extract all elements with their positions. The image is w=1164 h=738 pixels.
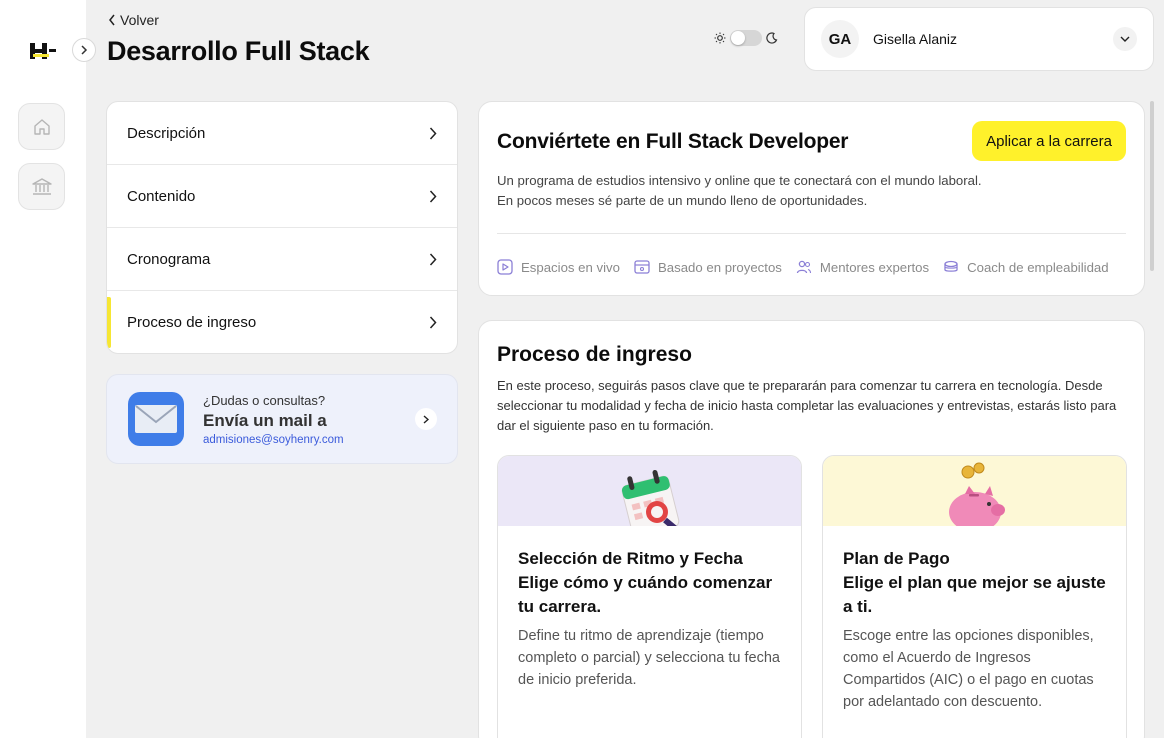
page-title: Desarrollo Full Stack [107, 36, 370, 66]
menu-item-label: Proceso de ingreso [127, 314, 257, 331]
bank-icon [31, 177, 52, 195]
moon-icon [766, 32, 778, 44]
contact-card[interactable]: ¿Dudas o consultas? Envía un mail a admi… [106, 374, 458, 464]
users-icon [796, 260, 811, 274]
contact-heading: Envía un mail a [203, 410, 327, 430]
expand-sidebar-button[interactable] [72, 38, 96, 62]
sun-icon [714, 32, 726, 44]
menu-item-contenido[interactable]: Contenido [107, 165, 457, 228]
step-card[interactable]: Plan de Pago Elige el plan que mejor se … [822, 455, 1127, 738]
feature-item: Mentores expertos [796, 259, 929, 275]
home-icon [33, 118, 50, 135]
coins-icon [944, 260, 958, 272]
institution-button[interactable] [18, 163, 65, 210]
feature-item: Coach de empleabilidad [943, 259, 1109, 275]
step-title: Plan de Pago [843, 549, 950, 568]
scrollbar[interactable] [1150, 101, 1154, 271]
henry-logo-icon[interactable] [30, 40, 60, 62]
piggy-bank-icon [948, 462, 1005, 526]
user-menu[interactable]: GA Gisella Alaniz [804, 7, 1154, 71]
menu-item-proceso-de-ingreso[interactable]: Proceso de ingreso [107, 291, 457, 353]
theme-switch[interactable] [730, 30, 762, 46]
user-menu-toggle[interactable] [1113, 27, 1137, 51]
step-subtitle: Elige el plan que mejor se ajuste a ti. [843, 573, 1106, 616]
avatar: GA [821, 20, 859, 58]
admission-process-card: Proceso de ingreso En este proceso, segu… [478, 320, 1145, 738]
menu-item-label: Cronograma [127, 250, 211, 268]
feature-list: Espacios en vivo Basado en proyectos Men… [497, 259, 1109, 275]
chevron-right-icon [429, 189, 437, 203]
chevron-down-icon [1120, 36, 1130, 42]
step-heading: Selección de Ritmo y Fecha Elige cómo y … [498, 526, 801, 619]
step-title: Selección de Ritmo y Fecha [518, 549, 743, 568]
divider [497, 233, 1126, 234]
feature-label: Mentores expertos [819, 259, 930, 275]
back-label[interactable]: Volver [120, 12, 159, 28]
contact-arrow-button[interactable] [415, 408, 437, 430]
process-description: En este proceso, seguirás pasos clave qu… [497, 378, 1117, 433]
feature-label: Coach de empleabilidad [967, 259, 1109, 275]
section-menu: Descripción Contenido Cronograma Proceso… [106, 101, 458, 354]
contact-email-link[interactable]: admisiones@soyhenry.com [203, 434, 415, 446]
step-text: Define tu ritmo de aprendizaje (tiempo c… [518, 628, 780, 688]
step-banner [498, 456, 801, 526]
hero-title: Conviértete en Full Stack Developer [497, 130, 849, 153]
hero-description-line: En pocos meses sé parte de un mundo llen… [497, 193, 868, 208]
feature-item: Espacios en vivo [497, 259, 620, 275]
feature-item: Basado en proyectos [634, 259, 782, 275]
user-name: Gisella Alaniz [873, 31, 958, 47]
step-card[interactable]: Selección de Ritmo y Fecha Elige cómo y … [497, 455, 802, 738]
step-banner [823, 456, 1126, 526]
hero-description-line: Un programa de estudios intensivo y onli… [497, 173, 982, 188]
step-subtitle: Elige cómo y cuándo comenzar tu carrera. [518, 573, 773, 616]
back-link[interactable]: Volver [108, 12, 159, 28]
play-icon [497, 259, 513, 275]
feature-label: Espacios en vivo [521, 259, 620, 275]
menu-item-label: Contenido [127, 187, 196, 205]
left-rail [0, 0, 96, 738]
theme-toggle[interactable] [714, 30, 778, 46]
step-text: Escoge entre las opciones disponibles, c… [843, 628, 1094, 710]
chevron-right-icon [423, 414, 429, 424]
feature-label: Basado en proyectos [657, 259, 782, 275]
project-icon [634, 260, 650, 274]
step-heading: Plan de Pago Elige el plan que mejor se … [823, 526, 1126, 619]
apply-button[interactable]: Aplicar a la carrera [972, 121, 1126, 161]
home-button[interactable] [18, 103, 65, 150]
calendar-icon [621, 469, 679, 526]
chevron-right-icon [429, 316, 437, 329]
career-hero-card: Conviértete en Full Stack Developer Apli… [478, 101, 1145, 296]
chevron-right-icon [429, 252, 437, 266]
menu-item-descripcion[interactable]: Descripción [107, 102, 457, 165]
chevron-right-icon [429, 126, 437, 140]
chevron-left-icon [109, 14, 115, 26]
mail-icon [128, 392, 184, 446]
hero-description: Un programa de estudios intensivo y onli… [497, 171, 982, 211]
menu-item-label: Descripción [127, 124, 206, 142]
menu-item-cronograma[interactable]: Cronograma [107, 228, 457, 291]
contact-question: ¿Dudas o consultas? [203, 392, 326, 408]
process-title: Proceso de ingreso [497, 343, 692, 366]
